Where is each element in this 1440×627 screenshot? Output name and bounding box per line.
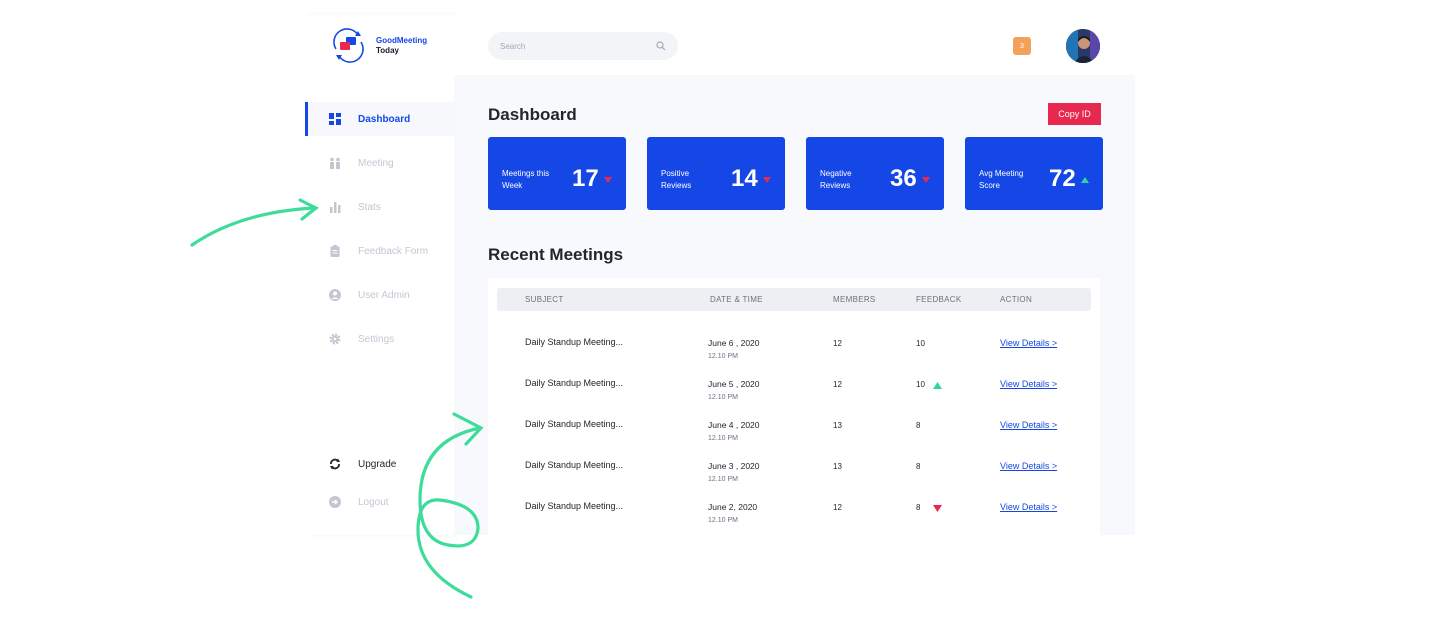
annotation-arrows: [190, 198, 484, 599]
annotation-arrow-table: [416, 412, 484, 599]
annotation-arrow-stats: [190, 198, 319, 247]
stage: GoodMeeting Today Dashboard Meeting Stat…: [0, 0, 1440, 627]
